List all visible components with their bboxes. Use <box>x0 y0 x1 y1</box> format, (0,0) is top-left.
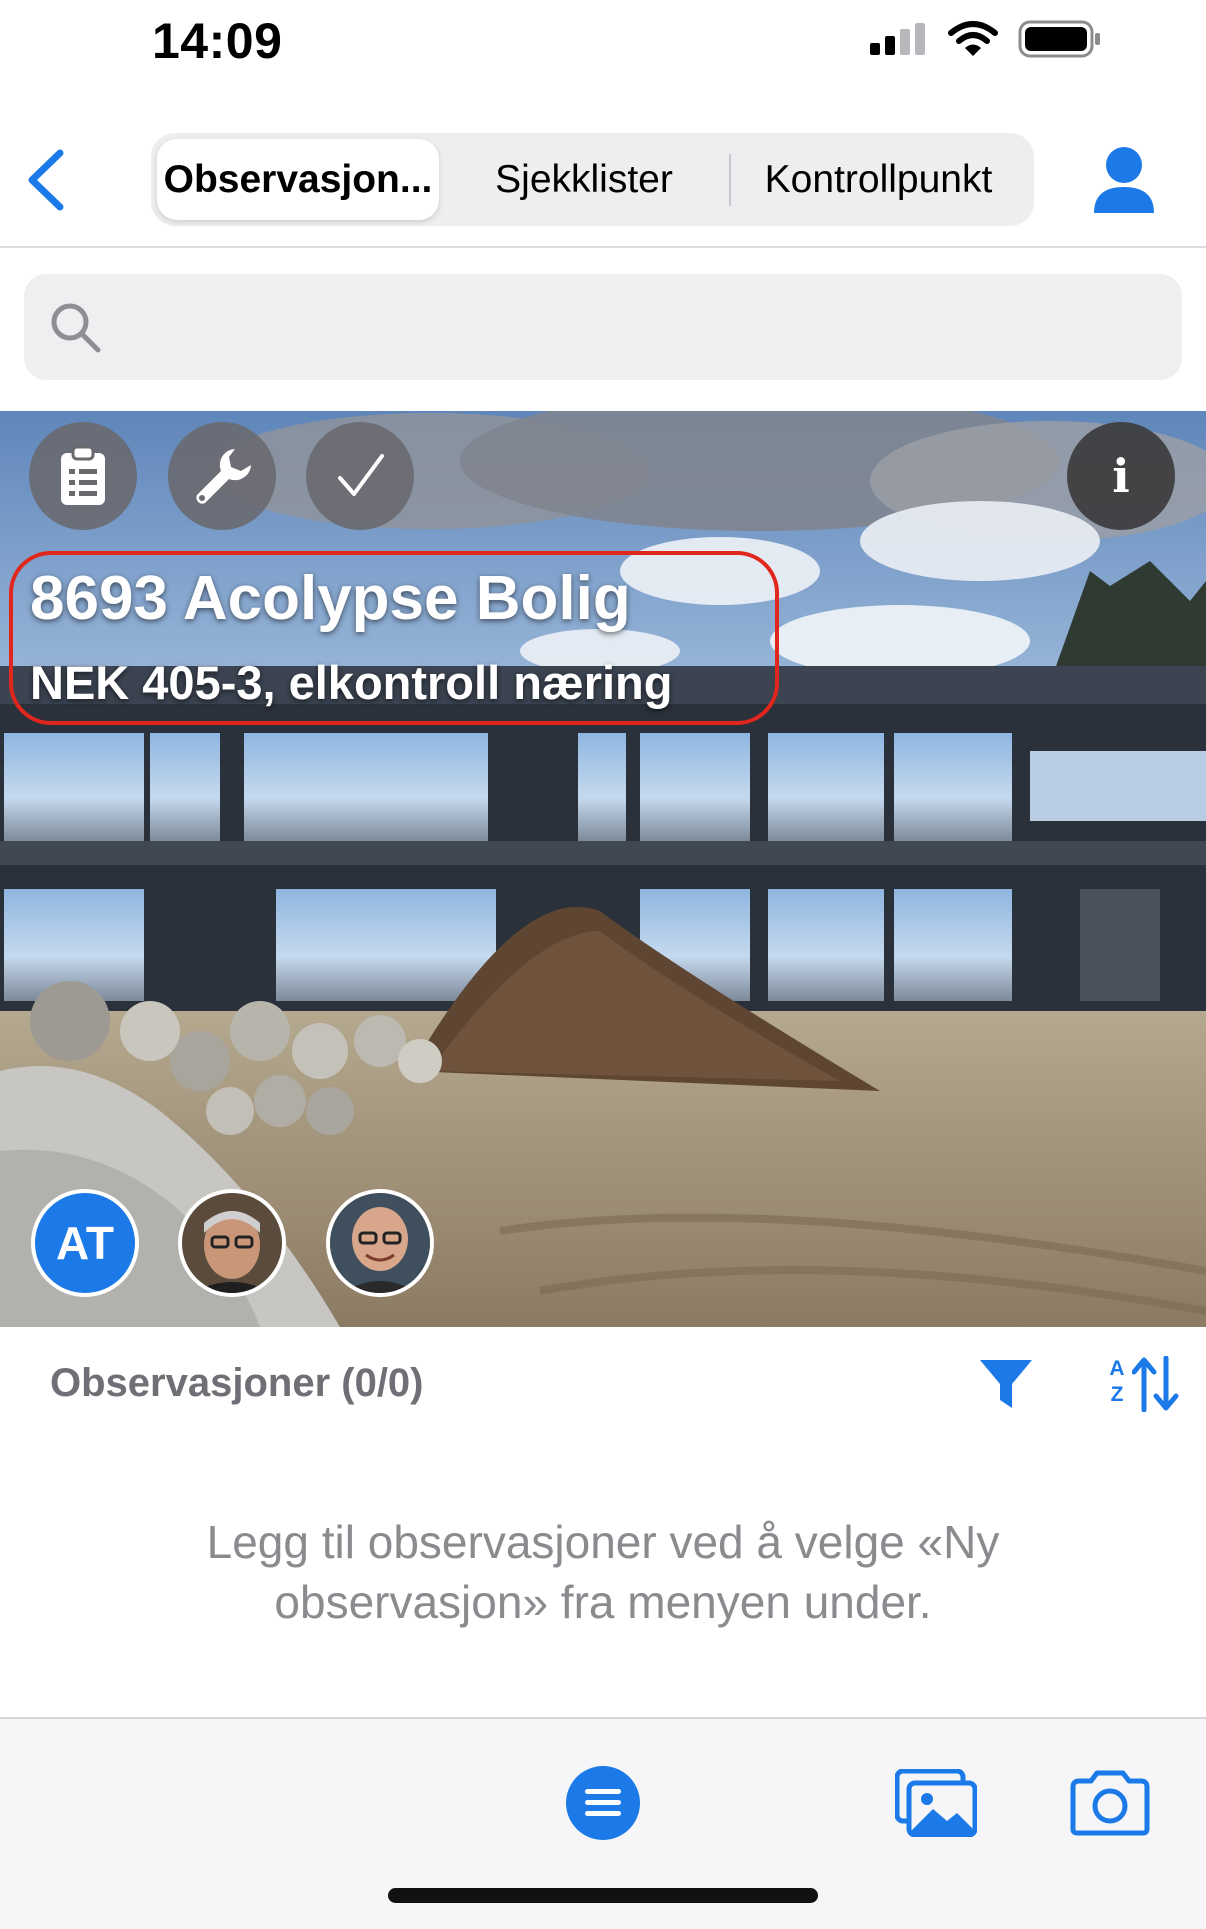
signal-icon <box>870 23 925 55</box>
avatar-member-photo-2[interactable] <box>326 1189 434 1297</box>
segmented-control: Observasjon... Sjekklister Kontrollpunkt <box>151 133 1034 226</box>
avatar-at[interactable]: AT <box>31 1189 139 1297</box>
tab-observasjoner[interactable]: Observasjon... <box>157 139 439 220</box>
observations-header: Observasjoner (0/0) <box>50 1361 424 1405</box>
back-button[interactable] <box>22 145 72 215</box>
camera-button[interactable] <box>1069 1769 1151 1837</box>
avatar-member-photo-1[interactable] <box>178 1189 286 1297</box>
filter-button[interactable] <box>978 1356 1034 1412</box>
battery-icon <box>1018 20 1100 58</box>
search-input[interactable] <box>124 274 1154 380</box>
tab-sjekklister[interactable]: Sjekklister <box>439 139 729 220</box>
tab-kontrollpunkt[interactable]: Kontrollpunkt <box>731 139 1026 220</box>
chevron-left-icon <box>28 149 64 211</box>
wrench-icon <box>196 449 251 504</box>
search-bar[interactable] <box>24 274 1182 380</box>
bottom-toolbar <box>0 1717 1206 1929</box>
filter-icon <box>980 1360 1032 1408</box>
avatar-photo <box>182 1193 282 1293</box>
status-bar: 14:09 <box>0 0 1206 95</box>
gallery-button[interactable] <box>894 1768 978 1838</box>
checkmark-icon <box>338 454 384 496</box>
project-subtitle: NEK 405-3, elkontroll næring <box>30 656 673 709</box>
sort-az-icon: A Z <box>1109 1357 1125 1406</box>
status-time: 14:09 <box>152 13 283 69</box>
nav-bar: Observasjon... Sjekklister Kontrollpunkt <box>0 95 1206 248</box>
checklist-button[interactable] <box>29 422 137 530</box>
tools-button[interactable] <box>168 422 276 530</box>
project-hero: i 8693 Acolypse Bolig NEK 405-3, elkontr… <box>0 411 1206 1327</box>
sort-button[interactable]: A Z <box>1106 1356 1180 1412</box>
person-icon <box>1094 147 1154 213</box>
wifi-icon <box>948 21 998 56</box>
project-title: 8693 Acolypse Bolig <box>30 564 631 633</box>
camera-icon <box>1070 1770 1150 1836</box>
project-photo <box>0 411 1206 1327</box>
status-icons <box>870 20 1102 58</box>
info-button[interactable]: i <box>1067 422 1175 530</box>
user-profile-button[interactable] <box>1092 145 1156 215</box>
search-icon <box>51 303 101 353</box>
avatar-photo <box>330 1193 430 1293</box>
info-icon: i <box>1112 449 1130 503</box>
clipboard-icon <box>61 445 105 505</box>
complete-button[interactable] <box>306 422 414 530</box>
gallery-icon <box>894 1768 978 1838</box>
menu-button[interactable] <box>566 1766 640 1840</box>
empty-state-message: Legg til observasjoner ved å velge «Ny o… <box>206 1516 1000 1628</box>
home-indicator <box>388 1888 818 1903</box>
sort-arrows-icon <box>1132 1356 1179 1412</box>
